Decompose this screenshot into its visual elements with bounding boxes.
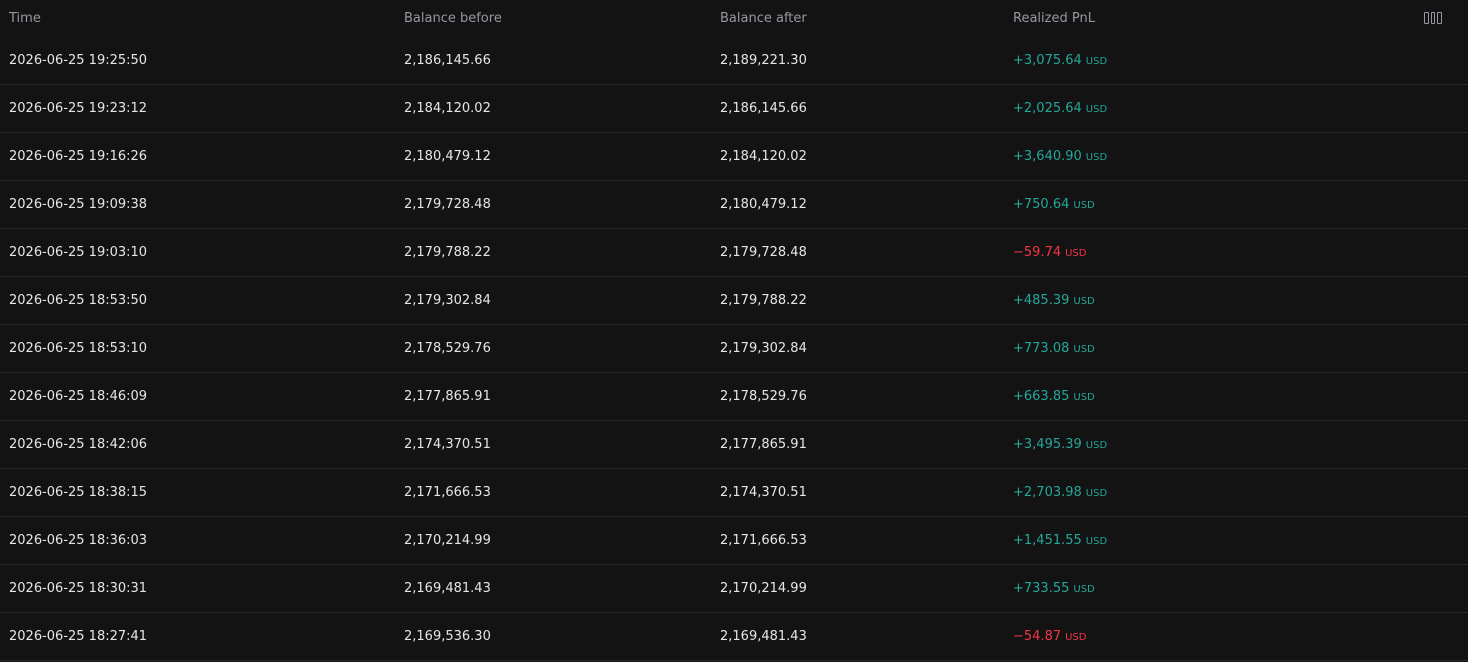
balance-before-cell: 2,179,728.48 — [404, 197, 491, 212]
balance-after-cell: 2,177,865.91 — [720, 437, 807, 452]
realized-pnl-cell: +3,640.90 USD — [1013, 133, 1107, 180]
balance-after-cell: 2,179,728.48 — [720, 245, 807, 260]
table-row[interactable]: 2026-06-25 19:25:50 2,186,145.66 2,189,221… — [0, 37, 1468, 85]
pnl-value: +733.55 — [1013, 581, 1070, 596]
table-row[interactable]: 2026-06-25 19:23:12 2,184,120.02 2,186,145… — [0, 85, 1468, 133]
table-body: 2026-06-25 19:25:50 2,186,145.66 2,189,221… — [0, 37, 1468, 661]
columns-settings-icon[interactable] — [1424, 12, 1443, 26]
table-row[interactable]: 2026-06-25 19:16:26 2,180,479.12 2,184,120… — [0, 133, 1468, 181]
balance-after-cell: 2,179,302.84 — [720, 341, 807, 356]
table-row[interactable]: 2026-06-25 19:03:10 2,179,788.22 2,179,728… — [0, 229, 1468, 277]
balance-before-cell: 2,174,370.51 — [404, 437, 491, 452]
balance-before-cell: 2,186,145.66 — [404, 53, 491, 68]
pnl-value: +3,075.64 — [1013, 53, 1082, 68]
balance-before-cell: 2,170,214.99 — [404, 533, 491, 548]
balance-after-cell: 2,174,370.51 — [720, 485, 807, 500]
realized-pnl-cell: +773.08 USD — [1013, 325, 1095, 372]
pnl-value: +750.64 — [1013, 197, 1070, 212]
balance-before-cell: 2,177,865.91 — [404, 389, 491, 404]
table-row[interactable]: 2026-06-25 19:09:38 2,179,728.48 2,180,479… — [0, 181, 1468, 229]
column-header-balance-after[interactable]: Balance after — [720, 0, 807, 37]
table-row[interactable]: 2026-06-25 18:53:50 2,179,302.84 2,179,788… — [0, 277, 1468, 325]
realized-pnl-cell: −54.87 USD — [1013, 613, 1086, 660]
pnl-currency: USD — [1085, 488, 1108, 499]
time-cell: 2026-06-25 18:53:50 — [9, 293, 148, 308]
pnl-value: +773.08 — [1013, 341, 1070, 356]
realized-pnl-cell: +3,495.39 USD — [1013, 421, 1107, 468]
pnl-currency: USD — [1085, 56, 1108, 67]
time-cell: 2026-06-25 19:23:12 — [9, 101, 148, 116]
time-cell: 2026-06-25 18:36:03 — [9, 533, 148, 548]
balance-before-cell: 2,169,481.43 — [404, 581, 491, 596]
table-row[interactable]: 2026-06-25 18:30:31 2,169,481.43 2,170,214… — [0, 565, 1468, 613]
table-header: Time Balance before Balance after Realiz… — [0, 0, 1468, 37]
pnl-value: −59.74 — [1013, 245, 1062, 260]
time-cell: 2026-06-25 18:30:31 — [9, 581, 148, 596]
pnl-value: +1,451.55 — [1013, 533, 1082, 548]
table-row[interactable]: 2026-06-25 18:53:10 2,178,529.76 2,179,302… — [0, 325, 1468, 373]
realized-pnl-cell: +663.85 USD — [1013, 373, 1095, 420]
balance-after-cell: 2,170,214.99 — [720, 581, 807, 596]
table-row[interactable]: 2026-06-25 18:27:41 2,169,536.30 2,169,481… — [0, 613, 1468, 661]
pnl-currency: USD — [1073, 200, 1095, 211]
balance-after-cell: 2,189,221.30 — [720, 53, 807, 68]
pnl-currency: USD — [1065, 248, 1087, 259]
balance-after-cell: 2,179,788.22 — [720, 293, 807, 308]
realized-pnl-cell: +1,451.55 USD — [1013, 517, 1107, 564]
realized-pnl-cell: +485.39 USD — [1013, 277, 1095, 324]
realized-pnl-cell: −59.74 USD — [1013, 229, 1086, 276]
pnl-value: +3,495.39 — [1013, 437, 1082, 452]
realized-pnl-cell: +2,025.64 USD — [1013, 85, 1107, 132]
pnl-currency: USD — [1085, 152, 1108, 163]
pnl-currency: USD — [1073, 392, 1095, 403]
table-row[interactable]: 2026-06-25 18:38:15 2,171,666.53 2,174,370… — [0, 469, 1468, 517]
pnl-currency: USD — [1073, 296, 1095, 307]
pnl-value: +663.85 — [1013, 389, 1070, 404]
balance-before-cell: 2,180,479.12 — [404, 149, 491, 164]
table-row[interactable]: 2026-06-25 18:36:03 2,170,214.99 2,171,666… — [0, 517, 1468, 565]
balance-before-cell: 2,171,666.53 — [404, 485, 491, 500]
balance-before-cell: 2,178,529.76 — [404, 341, 491, 356]
pnl-value: +2,025.64 — [1013, 101, 1082, 116]
balance-after-cell: 2,171,666.53 — [720, 533, 807, 548]
pnl-currency: USD — [1073, 584, 1095, 595]
realized-pnl-cell: +2,703.98 USD — [1013, 469, 1107, 516]
time-cell: 2026-06-25 18:42:06 — [9, 437, 148, 452]
table-row[interactable]: 2026-06-25 18:42:06 2,174,370.51 2,177,865… — [0, 421, 1468, 469]
pnl-currency: USD — [1085, 104, 1108, 115]
pnl-value: +3,640.90 — [1013, 149, 1082, 164]
balance-after-cell: 2,169,481.43 — [720, 629, 807, 644]
balance-after-cell: 2,180,479.12 — [720, 197, 807, 212]
column-header-realized-pnl[interactable]: Realized PnL — [1013, 0, 1095, 37]
time-cell: 2026-06-25 18:38:15 — [9, 485, 148, 500]
pnl-value: +2,703.98 — [1013, 485, 1082, 500]
balance-before-cell: 2,179,788.22 — [404, 245, 491, 260]
realized-pnl-cell: +733.55 USD — [1013, 565, 1095, 612]
pnl-value: +485.39 — [1013, 293, 1070, 308]
pnl-currency: USD — [1065, 632, 1087, 643]
time-cell: 2026-06-25 19:03:10 — [9, 245, 148, 260]
realized-pnl-cell: +750.64 USD — [1013, 181, 1095, 228]
pnl-currency: USD — [1085, 536, 1108, 547]
column-header-time[interactable]: Time — [9, 0, 41, 37]
balance-after-cell: 2,178,529.76 — [720, 389, 807, 404]
history-table: Time Balance before Balance after Realiz… — [0, 0, 1468, 662]
pnl-currency: USD — [1073, 344, 1095, 355]
time-cell: 2026-06-25 19:16:26 — [9, 149, 148, 164]
realized-pnl-cell: +3,075.64 USD — [1013, 37, 1107, 84]
balance-after-cell: 2,186,145.66 — [720, 101, 807, 116]
time-cell: 2026-06-25 18:46:09 — [9, 389, 148, 404]
column-header-balance-before[interactable]: Balance before — [404, 0, 502, 37]
time-cell: 2026-06-25 19:09:38 — [9, 197, 148, 212]
time-cell: 2026-06-25 18:53:10 — [9, 341, 148, 356]
pnl-value: −54.87 — [1013, 629, 1062, 644]
table-row[interactable]: 2026-06-25 18:46:09 2,177,865.91 2,178,529… — [0, 373, 1468, 421]
balance-after-cell: 2,184,120.02 — [720, 149, 807, 164]
time-cell: 2026-06-25 18:27:41 — [9, 629, 148, 644]
balance-before-cell: 2,179,302.84 — [404, 293, 491, 308]
pnl-currency: USD — [1085, 440, 1108, 451]
time-cell: 2026-06-25 19:25:50 — [9, 53, 148, 68]
balance-before-cell: 2,169,536.30 — [404, 629, 491, 644]
balance-before-cell: 2,184,120.02 — [404, 101, 491, 116]
